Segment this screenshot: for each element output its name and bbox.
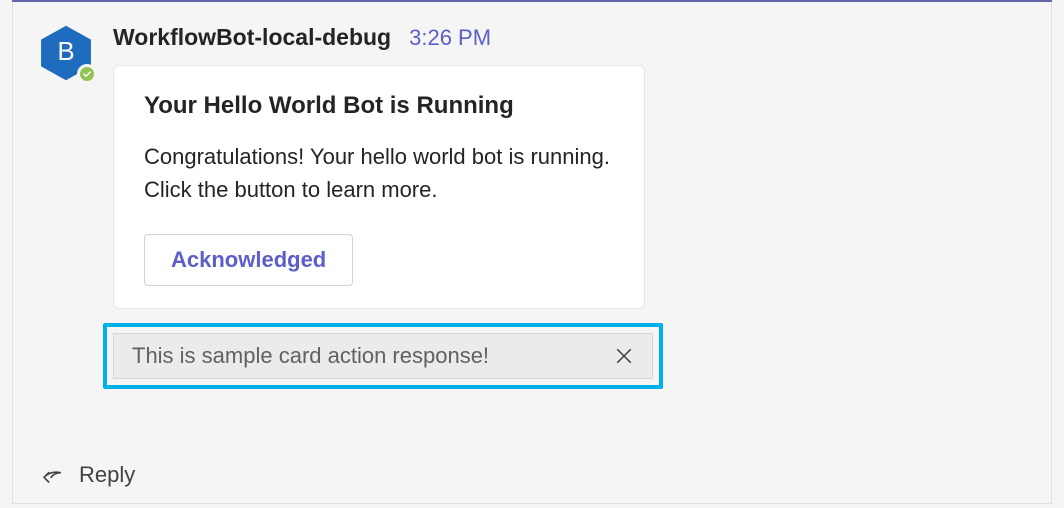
response-highlight-box: This is sample card action response! bbox=[103, 323, 663, 389]
chat-container: B WorkflowBot-local-debug 3:26 PM Your H… bbox=[12, 2, 1052, 504]
card-body-text: Congratulations! Your hello world bot is… bbox=[144, 140, 614, 206]
message-header: WorkflowBot-local-debug 3:26 PM bbox=[113, 24, 1027, 51]
presence-available-icon bbox=[77, 64, 97, 84]
close-icon[interactable] bbox=[610, 342, 638, 370]
message-body: WorkflowBot-local-debug 3:26 PM Your Hel… bbox=[113, 18, 1027, 389]
timestamp: 3:26 PM bbox=[409, 25, 491, 51]
reply-label: Reply bbox=[79, 462, 135, 488]
card-title: Your Hello World Bot is Running bbox=[144, 92, 614, 120]
response-text: This is sample card action response! bbox=[132, 343, 489, 369]
reply-button[interactable]: Reply bbox=[37, 461, 135, 489]
message-row: B WorkflowBot-local-debug 3:26 PM Your H… bbox=[37, 18, 1027, 389]
response-bar: This is sample card action response! bbox=[113, 333, 653, 379]
avatar-letter: B bbox=[57, 36, 74, 67]
avatar[interactable]: B bbox=[37, 24, 95, 82]
adaptive-card: Your Hello World Bot is Running Congratu… bbox=[113, 65, 645, 309]
acknowledge-button[interactable]: Acknowledged bbox=[144, 234, 353, 286]
sender-name: WorkflowBot-local-debug bbox=[113, 24, 391, 51]
reply-icon bbox=[37, 461, 65, 489]
